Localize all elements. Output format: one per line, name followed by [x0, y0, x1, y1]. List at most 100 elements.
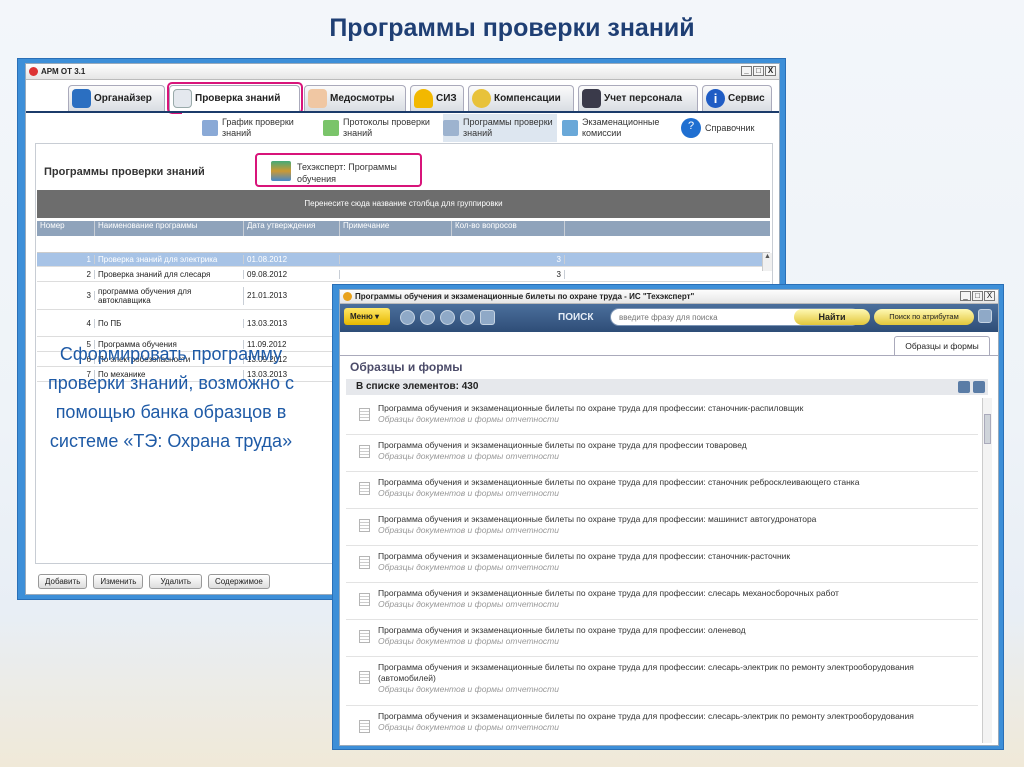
subtab-programs[interactable]: Программы проверки знаний: [443, 114, 557, 142]
item-subtitle: Образцы документов и формы отчетности: [378, 525, 559, 535]
group-by-area[interactable]: Перенесите сюда название столбца для гру…: [37, 190, 770, 218]
list-item[interactable]: Программа обучения и экзаменационные бил…: [346, 657, 978, 706]
results-list: Программа обучения и экзаменационные бил…: [346, 398, 978, 743]
te-programs-button[interactable]: Техэксперт: Программы обучения: [255, 153, 422, 187]
attribute-search-button[interactable]: Поиск по атрибутам: [874, 309, 974, 325]
techexpert-toolbar: Меню ▾ ПОИСК Найти Поиск по атрибутам: [340, 304, 998, 332]
cell-count: 3: [452, 269, 565, 279]
subtab-label: Справочник: [705, 122, 755, 133]
results-scrollbar[interactable]: [982, 398, 992, 743]
tab-label: Медосмотры: [330, 93, 395, 104]
list-item[interactable]: Программа обучения и экзаменационные бил…: [346, 546, 978, 583]
scrollbar-thumb[interactable]: [984, 414, 991, 444]
tab-service[interactable]: i Сервис: [702, 85, 772, 111]
item-title[interactable]: Программа обучения и экзаменационные бил…: [378, 588, 938, 599]
list-item[interactable]: Программа обучения и экзаменационные бил…: [346, 435, 978, 472]
cell-number: 3: [37, 291, 95, 300]
delete-button[interactable]: Удалить: [149, 574, 202, 589]
col-date[interactable]: Дата утверждения: [244, 221, 340, 236]
calendar-icon: [202, 120, 218, 136]
col-question-count[interactable]: Кол-во вопросов: [452, 221, 565, 236]
table-row[interactable]: 2 Проверка знаний для слесаря 09.08.2012…: [37, 267, 770, 282]
items-count-bar: В списке элементов: 430: [346, 379, 988, 395]
cell-count: 3: [452, 255, 565, 264]
toolbar-options-icon[interactable]: [978, 309, 992, 323]
list-item[interactable]: Программа обучения и экзаменационные бил…: [346, 472, 978, 509]
samples-panel: Образцы и формы Образцы и формы В списке…: [340, 332, 998, 745]
subtab-schedule[interactable]: График проверки знаний: [202, 114, 322, 142]
list-item[interactable]: Программа обучения и экзаменационные бил…: [346, 398, 978, 435]
edit-button[interactable]: Изменить: [93, 574, 144, 589]
help-icon: ?: [681, 118, 701, 138]
subtab-protocols[interactable]: Протоколы проверки знаний: [323, 114, 441, 142]
col-number[interactable]: Номер: [37, 221, 95, 236]
menu-button[interactable]: Меню ▾: [344, 308, 390, 325]
document-icon: [359, 630, 370, 643]
document-icon: [359, 445, 370, 458]
table-filter-row[interactable]: [37, 237, 770, 253]
techexpert-titlebar[interactable]: Программы обучения и экзаменационные бил…: [340, 290, 998, 304]
forward-icon[interactable]: [420, 310, 435, 325]
list-item[interactable]: Программа обучения и экзаменационные бил…: [346, 583, 978, 620]
find-label: Найти: [818, 312, 846, 322]
arm-window-controls: _ □ X: [741, 66, 776, 76]
coins-icon: [472, 89, 491, 108]
list-item[interactable]: Программа обучения и экзаменационные бил…: [346, 509, 978, 546]
sub-tabs: График проверки знаний Протоколы проверк…: [182, 113, 779, 143]
item-subtitle: Образцы документов и формы отчетности: [378, 414, 559, 424]
tab-ppe[interactable]: СИЗ: [410, 85, 464, 111]
techexpert-window: Программы обучения и экзаменационные бил…: [332, 284, 1004, 750]
col-name[interactable]: Наименование программы: [95, 221, 244, 236]
table-scrollbar[interactable]: ▲: [762, 253, 772, 271]
slide-caption: Сформировать программу проверки знаний, …: [48, 344, 294, 451]
cell-number: 1: [37, 255, 95, 264]
list-item[interactable]: Программа обучения и экзаменационные бил…: [346, 620, 978, 657]
tab-label: СИЗ: [436, 93, 457, 104]
document-icon: [359, 519, 370, 532]
item-title[interactable]: Программа обучения и экзаменационные бил…: [378, 477, 938, 488]
tab-highlight-frame: [167, 82, 303, 114]
home-icon[interactable]: [440, 310, 455, 325]
export-icon[interactable]: [973, 381, 985, 393]
item-title[interactable]: Программа обучения и экзаменационные бил…: [378, 551, 938, 562]
item-title[interactable]: Программа обучения и экзаменационные бил…: [378, 711, 938, 722]
minimize-button[interactable]: _: [960, 291, 971, 301]
te-programs-label: Техэксперт: Программы обучения: [297, 162, 397, 184]
subtab-reference[interactable]: ? Справочник: [681, 114, 775, 142]
tab-label: Сервис: [728, 93, 765, 104]
item-title[interactable]: Программа обучения и экзаменационные бил…: [378, 514, 938, 525]
item-title[interactable]: Программа обучения и экзаменационные бил…: [378, 403, 938, 414]
maximize-button[interactable]: □: [753, 66, 764, 76]
table-row[interactable]: 1 Проверка знаний для электрика 01.08.20…: [37, 253, 770, 267]
page-title: Программы проверки знаний: [44, 166, 205, 178]
tab-label: Учет персонала: [604, 93, 683, 104]
document-icon: [359, 671, 370, 684]
bookmarks-icon[interactable]: [480, 310, 495, 325]
history-icon[interactable]: [460, 310, 475, 325]
tab-compensation[interactable]: Компенсации: [468, 85, 574, 111]
books-icon: [271, 161, 291, 181]
print-icon[interactable]: [958, 381, 970, 393]
close-button[interactable]: X: [984, 291, 995, 301]
close-button[interactable]: X: [765, 66, 776, 76]
item-title[interactable]: Программа обучения и экзаменационные бил…: [378, 662, 938, 684]
arm-window-title: АРМ ОТ 3.1: [41, 67, 86, 76]
find-button[interactable]: Найти: [794, 309, 870, 325]
item-title[interactable]: Программа обучения и экзаменационные бил…: [378, 440, 938, 451]
arm-titlebar[interactable]: АРМ ОТ 3.1 _ □ X: [26, 64, 779, 80]
list-item[interactable]: Программа обучения и экзаменационные бил…: [346, 706, 978, 743]
item-subtitle: Образцы документов и формы отчетности: [378, 684, 559, 694]
search-label: ПОИСК: [558, 312, 594, 323]
col-note[interactable]: Примечание: [340, 221, 452, 236]
tab-medical[interactable]: Медосмотры: [304, 85, 406, 111]
add-button[interactable]: Добавить: [38, 574, 88, 589]
tab-samples-forms[interactable]: Образцы и формы: [894, 336, 990, 355]
back-icon[interactable]: [400, 310, 415, 325]
subtab-commissions[interactable]: Экзаменационные комиссии: [562, 114, 677, 142]
tab-organizer[interactable]: Органайзер: [68, 85, 165, 111]
item-title[interactable]: Программа обучения и экзаменационные бил…: [378, 625, 938, 636]
maximize-button[interactable]: □: [972, 291, 983, 301]
minimize-button[interactable]: _: [741, 66, 752, 76]
tab-personnel[interactable]: Учет персонала: [578, 85, 698, 111]
content-button[interactable]: Содержимое: [208, 574, 270, 589]
